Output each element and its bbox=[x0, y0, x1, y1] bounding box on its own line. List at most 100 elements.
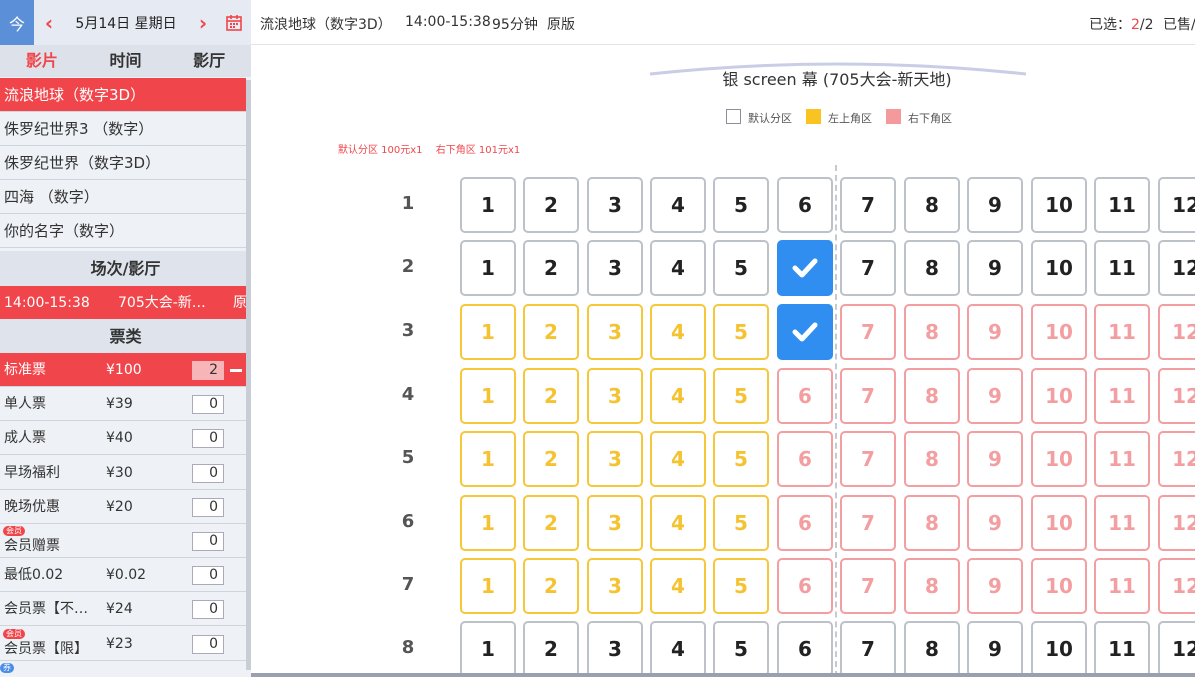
seat[interactable]: 12 bbox=[1158, 431, 1195, 487]
ticket-row[interactable]: 标准票 ¥100 2 bbox=[0, 353, 246, 387]
seat[interactable]: 10 bbox=[1031, 368, 1087, 424]
ticket-qty-input[interactable]: 2 bbox=[192, 361, 224, 380]
seat[interactable]: 12 bbox=[1158, 240, 1195, 296]
calendar-icon[interactable] bbox=[218, 0, 250, 45]
seat[interactable]: 8 bbox=[904, 558, 960, 614]
seat[interactable]: 3 bbox=[587, 368, 643, 424]
seat[interactable]: 11 bbox=[1094, 558, 1150, 614]
seat[interactable]: 3 bbox=[587, 240, 643, 296]
seat[interactable]: 5 bbox=[713, 558, 769, 614]
seat[interactable]: 7 bbox=[840, 240, 896, 296]
seat[interactable]: 7 bbox=[840, 177, 896, 233]
seat-selected[interactable] bbox=[777, 304, 833, 360]
prev-day-icon[interactable]: ‹ bbox=[34, 11, 64, 35]
seat[interactable]: 8 bbox=[904, 431, 960, 487]
seat[interactable]: 4 bbox=[650, 558, 706, 614]
movie-item[interactable]: 流浪地球（数字3D） bbox=[0, 78, 246, 112]
today-button[interactable]: 今 bbox=[0, 0, 34, 45]
ticket-qty-input[interactable]: 0 bbox=[192, 463, 224, 483]
tab-time[interactable]: 时间 bbox=[84, 45, 168, 77]
seat[interactable]: 10 bbox=[1031, 304, 1087, 360]
seat[interactable]: 12 bbox=[1158, 558, 1195, 614]
ticket-qty-input[interactable]: 0 bbox=[192, 600, 224, 620]
movie-item[interactable]: 你的名字（数字） bbox=[0, 214, 246, 248]
seat[interactable]: 5 bbox=[713, 240, 769, 296]
seat[interactable]: 10 bbox=[1031, 240, 1087, 296]
seat[interactable]: 1 bbox=[460, 495, 516, 551]
seat[interactable]: 4 bbox=[650, 240, 706, 296]
seat[interactable]: 1 bbox=[460, 304, 516, 360]
seat[interactable]: 3 bbox=[587, 177, 643, 233]
seat[interactable]: 8 bbox=[904, 240, 960, 296]
seat[interactable]: 2 bbox=[523, 558, 579, 614]
seat[interactable]: 9 bbox=[967, 240, 1023, 296]
seat[interactable]: 5 bbox=[713, 177, 769, 233]
seat[interactable]: 11 bbox=[1094, 240, 1150, 296]
seat[interactable]: 1 bbox=[460, 177, 516, 233]
tab-movie[interactable]: 影片 bbox=[0, 45, 84, 77]
ticket-qty-input[interactable]: 0 bbox=[192, 634, 224, 654]
seat[interactable]: 11 bbox=[1094, 368, 1150, 424]
seat[interactable]: 9 bbox=[967, 304, 1023, 360]
seat[interactable]: 8 bbox=[904, 495, 960, 551]
ticket-row[interactable]: 最低0.02 ¥0.02 0 bbox=[0, 558, 246, 593]
seat[interactable]: 4 bbox=[650, 304, 706, 360]
seat[interactable]: 6 bbox=[777, 431, 833, 487]
seat[interactable]: 6 bbox=[777, 558, 833, 614]
ticket-row[interactable]: 会员 会员赠票 0 bbox=[0, 524, 246, 558]
movie-item[interactable]: 侏罗纪世界（数字3D） bbox=[0, 146, 246, 180]
ticket-qty-input[interactable]: 0 bbox=[192, 429, 224, 449]
seat[interactable]: 9 bbox=[967, 368, 1023, 424]
seat[interactable]: 5 bbox=[713, 621, 769, 677]
movie-item[interactable]: 四海 （数字） bbox=[0, 180, 246, 214]
seat[interactable]: 9 bbox=[967, 495, 1023, 551]
seat[interactable]: 2 bbox=[523, 621, 579, 677]
left-scrollbar[interactable] bbox=[246, 80, 251, 670]
seat[interactable]: 11 bbox=[1094, 177, 1150, 233]
ticket-row[interactable]: 早场福利 ¥30 0 bbox=[0, 455, 246, 490]
seat[interactable]: 3 bbox=[587, 304, 643, 360]
seat[interactable]: 11 bbox=[1094, 304, 1150, 360]
seat[interactable]: 2 bbox=[523, 304, 579, 360]
seat[interactable]: 8 bbox=[904, 304, 960, 360]
ticket-row[interactable]: 会员 会员票【限】 ¥23 0 bbox=[0, 626, 246, 661]
seat[interactable]: 12 bbox=[1158, 177, 1195, 233]
seat[interactable]: 7 bbox=[840, 368, 896, 424]
session-item[interactable]: 14:00-15:38 705大会-新… 原 bbox=[0, 286, 251, 320]
seat[interactable]: 8 bbox=[904, 621, 960, 677]
ticket-row[interactable]: 晚场优惠 ¥20 0 bbox=[0, 489, 246, 524]
seat[interactable]: 6 bbox=[777, 621, 833, 677]
ticket-qty-input[interactable]: 0 bbox=[192, 532, 224, 551]
seat[interactable]: 1 bbox=[460, 558, 516, 614]
seat[interactable]: 1 bbox=[460, 431, 516, 487]
seat[interactable]: 3 bbox=[587, 431, 643, 487]
seat[interactable]: 10 bbox=[1031, 431, 1087, 487]
ticket-row[interactable]: 单人票 ¥39 0 bbox=[0, 387, 246, 422]
seat[interactable]: 11 bbox=[1094, 495, 1150, 551]
seat[interactable]: 7 bbox=[840, 621, 896, 677]
ticket-row[interactable]: 成人票 ¥40 0 bbox=[0, 421, 246, 456]
seat[interactable]: 11 bbox=[1094, 621, 1150, 677]
seat[interactable]: 10 bbox=[1031, 621, 1087, 677]
seat[interactable]: 8 bbox=[904, 368, 960, 424]
ticket-qty-input[interactable]: 0 bbox=[192, 497, 224, 517]
seat[interactable]: 7 bbox=[840, 495, 896, 551]
seat[interactable]: 9 bbox=[967, 431, 1023, 487]
movie-item[interactable]: 侏罗纪世界3 （数字） bbox=[0, 112, 246, 146]
seat[interactable]: 12 bbox=[1158, 621, 1195, 677]
seat[interactable]: 4 bbox=[650, 177, 706, 233]
seat[interactable]: 10 bbox=[1031, 495, 1087, 551]
seat[interactable]: 2 bbox=[523, 431, 579, 487]
seat[interactable]: 6 bbox=[777, 495, 833, 551]
seat[interactable]: 6 bbox=[777, 177, 833, 233]
seat[interactable]: 9 bbox=[967, 177, 1023, 233]
seat[interactable]: 10 bbox=[1031, 177, 1087, 233]
seat[interactable]: 2 bbox=[523, 495, 579, 551]
seat[interactable]: 2 bbox=[523, 240, 579, 296]
seat[interactable]: 4 bbox=[650, 621, 706, 677]
ticket-row[interactable]: 会员票【不… ¥24 0 bbox=[0, 592, 246, 627]
seat[interactable]: 4 bbox=[650, 368, 706, 424]
seat[interactable]: 4 bbox=[650, 431, 706, 487]
seat[interactable]: 3 bbox=[587, 621, 643, 677]
seat[interactable]: 2 bbox=[523, 368, 579, 424]
